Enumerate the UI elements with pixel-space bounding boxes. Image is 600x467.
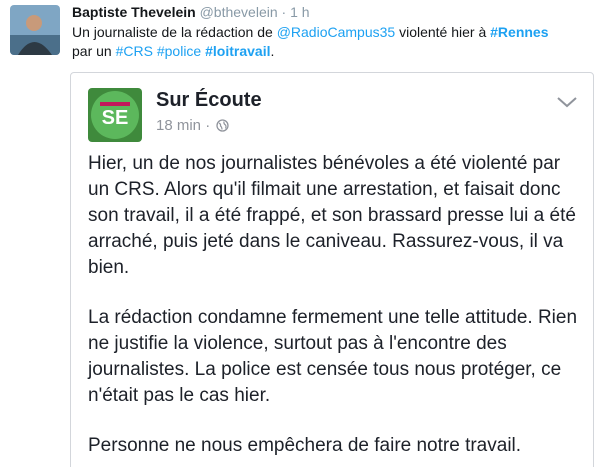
tweet: Baptiste Thevelein @bthevelein · 1 h Un … [0,0,600,467]
avatar[interactable] [10,5,60,55]
page-logo[interactable]: SE [88,88,142,142]
post-paragraph: Hier, un de nos journalistes bénévoles a… [88,153,576,278]
display-name[interactable]: Baptiste Thevelein [72,4,196,20]
post-paragraph: Personne ne nous empêchera de faire notr… [88,435,522,456]
tweet-body: Baptiste Thevelein @bthevelein · 1 h Un … [72,2,592,61]
separator: · [281,4,287,20]
hashtag-link[interactable]: #Rennes [490,24,548,40]
tweet-text: Un journaliste de la rédaction de @Radio… [72,23,592,61]
post-content: Hier, un de nos journalistes bénévoles a… [88,151,583,467]
hashtag-link[interactable]: #CRS [116,43,153,59]
embedded-post-card[interactable]: SE Sur Écoute 18 min · Hier, un de nos j… [70,72,594,467]
hashtag-link[interactable]: #police [157,43,201,59]
post-paragraph: La rédaction condamne fermement une tell… [88,307,578,406]
hashtag-link[interactable]: #loitravail [205,43,270,59]
post-time[interactable]: 18 min [156,117,201,134]
user-handle[interactable]: @bthevelein [200,4,278,20]
globe-icon [216,118,230,138]
tweet-header: Baptiste Thevelein @bthevelein · 1 h [72,2,592,22]
post-meta: 18 min · [156,116,230,138]
page-name[interactable]: Sur Écoute [156,88,262,112]
meta-separator: · [205,117,211,134]
chevron-down-icon[interactable] [556,95,578,109]
tweet-text-part: . [270,43,275,59]
tweet-text-part: violenté hier à [395,24,491,40]
tweet-text-part: par un [72,43,116,59]
tweet-text-part: Un journaliste de la rédaction de [72,24,277,40]
tweet-time[interactable]: 1 h [290,4,309,20]
mention-link[interactable]: @RadioCampus35 [277,24,396,40]
logo-text: SE [102,107,129,129]
